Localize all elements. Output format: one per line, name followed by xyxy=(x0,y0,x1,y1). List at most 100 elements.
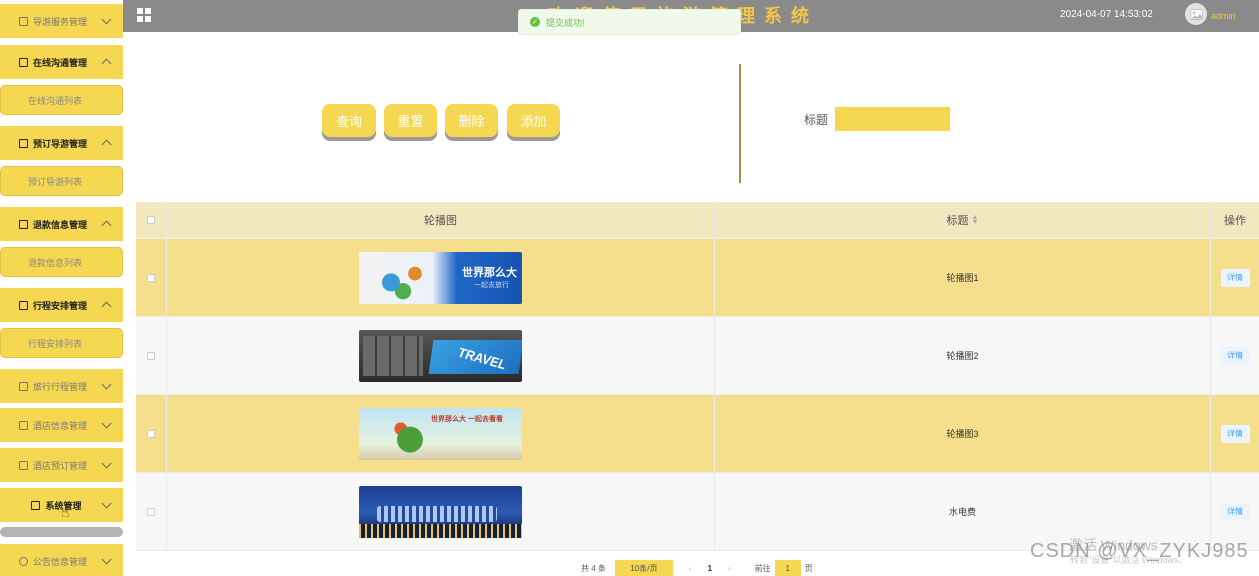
sidebar-item-hotel-booking[interactable]: 酒店预订管理 xyxy=(0,448,123,482)
travel-key-art: TRAVEL xyxy=(428,339,522,374)
sidebar-item-label: 行程安排管理 xyxy=(33,300,88,311)
sidebar-item-label: 旅行行程管理 xyxy=(33,381,88,392)
chevron-up-icon xyxy=(101,58,112,69)
table-row: TRAVEL 轮播图2 详情 xyxy=(136,317,1259,395)
header-title-label: 标题 xyxy=(946,215,969,227)
row-action-cell: 详情 xyxy=(1211,317,1259,394)
info-icon xyxy=(19,556,28,566)
edit-icon xyxy=(19,460,28,470)
detail-button[interactable]: 详情 xyxy=(1220,346,1250,365)
banner-subtext: 一起去旅行 xyxy=(474,281,509,289)
building-art xyxy=(377,505,497,522)
row-image-cell xyxy=(167,473,715,550)
hand-cursor-icon: ☝ xyxy=(61,504,70,520)
sidebar-item-hotel-info[interactable]: 酒店信息管理 xyxy=(0,408,123,442)
banner-image: 世界那么大 一起去看看 xyxy=(359,407,522,460)
row-title: 轮播图3 xyxy=(715,395,1211,472)
prev-page-button[interactable]: ‹ xyxy=(689,564,692,573)
banner-image xyxy=(359,485,522,538)
delete-button[interactable]: 删除 xyxy=(445,104,498,137)
banner-text: 世界那么大 一起去看看 xyxy=(431,415,503,423)
success-toast: ✓ 提交成功! xyxy=(518,9,741,35)
row-checkbox[interactable] xyxy=(147,507,155,516)
table-header: 轮播图 标题 ▲ ▼ 操作 xyxy=(136,202,1259,239)
row-check-cell xyxy=(136,239,167,316)
sidebar-item-notice[interactable]: 公告信息管理 xyxy=(0,544,123,576)
select-all-checkbox[interactable] xyxy=(147,216,155,224)
sidebar-item-travel-route[interactable]: 旅行行程管理 xyxy=(0,369,123,403)
goto-suffix: 页 xyxy=(804,563,813,573)
header-title[interactable]: 标题 ▲ ▼ xyxy=(715,202,1211,238)
chevron-down-icon xyxy=(101,554,112,565)
row-action-cell: 详情 xyxy=(1211,239,1259,316)
query-button[interactable]: 查询 xyxy=(322,104,376,137)
row-checkbox[interactable] xyxy=(147,273,155,282)
reset-button[interactable]: 重置 xyxy=(384,104,437,137)
sidebar-subitem-refund-list[interactable]: 退款信息列表 xyxy=(0,247,123,277)
chevron-up-icon xyxy=(101,139,112,150)
table-row: 世界那么大 一起去看看 轮播图3 详情 xyxy=(136,395,1259,473)
sidebar-item-guide-service[interactable]: 导游服务管理 xyxy=(0,4,123,38)
datetime: 2024-04-07 14:53:02 xyxy=(1060,9,1153,20)
detail-button[interactable]: 详情 xyxy=(1220,424,1250,443)
title-filter-input[interactable] xyxy=(835,107,950,131)
sidebar-subitem-book-guide-list[interactable]: 预订导游列表 xyxy=(0,166,123,196)
edit-icon xyxy=(19,219,28,229)
row-action-cell: 详情 xyxy=(1211,395,1259,472)
sidebar: 导游服务管理 在线沟通管理 在线沟通列表 预订导游管理 预订导游列表 退款信息管… xyxy=(0,0,123,576)
sidebar-item-itinerary[interactable]: 行程安排管理 xyxy=(0,288,123,322)
chevron-down-icon xyxy=(101,458,112,469)
csdn-watermark: CSDN @VX_ZYKJ985 xyxy=(1030,540,1249,562)
sidebar-scrollbar[interactable] xyxy=(0,527,123,537)
table-row: 世界那么大 一起去旅行 轮播图1 详情 xyxy=(136,239,1259,317)
avatar[interactable] xyxy=(1185,3,1207,25)
menu-grid-icon[interactable] xyxy=(137,8,151,22)
detail-button[interactable]: 详情 xyxy=(1220,268,1250,287)
username[interactable]: admin xyxy=(1211,11,1236,21)
row-title: 轮播图1 xyxy=(715,239,1211,316)
page-number[interactable]: 1 xyxy=(708,564,712,573)
sidebar-item-refund[interactable]: 退款信息管理 xyxy=(0,207,123,241)
image-icon xyxy=(1189,8,1203,20)
row-check-cell xyxy=(136,317,167,394)
page-size-select[interactable]: 10条/页 xyxy=(614,560,673,576)
edit-icon xyxy=(19,16,28,26)
sidebar-subitem-online-chat-list[interactable]: 在线沟通列表 xyxy=(0,85,123,115)
detail-button[interactable]: 详情 xyxy=(1220,502,1250,521)
sidebar-subitem-itinerary-list[interactable]: 行程安排列表 xyxy=(0,328,123,358)
sidebar-item-book-guide[interactable]: 预订导游管理 xyxy=(0,126,123,160)
sidebar-item-online-chat[interactable]: 在线沟通管理 xyxy=(0,45,123,79)
banner-image: 世界那么大 一起去旅行 xyxy=(359,251,522,304)
goto-page-input[interactable]: 1 xyxy=(774,560,801,576)
keyboard-art xyxy=(363,335,423,376)
divider xyxy=(739,64,741,183)
chart-icon xyxy=(31,500,41,510)
add-button[interactable]: 添加 xyxy=(507,104,560,137)
edit-icon xyxy=(19,381,28,391)
banner-art xyxy=(387,417,433,454)
banner-text: 世界那么大 xyxy=(462,266,517,279)
row-title: 轮播图2 xyxy=(715,317,1211,394)
row-checkbox[interactable] xyxy=(147,351,155,360)
sidebar-item-label: 酒店信息管理 xyxy=(33,420,88,431)
sidebar-item-label: 退款信息管理 xyxy=(33,219,88,230)
chevron-down-icon xyxy=(101,418,112,429)
sort-icon[interactable]: ▲ ▼ xyxy=(972,214,979,226)
chevron-down-icon xyxy=(101,498,112,509)
edit-icon xyxy=(19,138,28,148)
sidebar-item-label: 预订导游管理 xyxy=(33,138,88,149)
banner-art xyxy=(367,255,447,300)
header-image: 轮播图 xyxy=(167,202,715,238)
lights-art xyxy=(359,523,522,538)
row-image-cell: 世界那么大 一起去旅行 xyxy=(167,239,715,316)
check-circle-icon: ✓ xyxy=(530,17,540,27)
next-page-button[interactable]: › xyxy=(728,564,731,573)
title-filter-label: 标题 xyxy=(804,113,829,127)
edit-icon xyxy=(19,300,28,310)
header-action: 操作 xyxy=(1224,215,1246,227)
sidebar-item-label: 导游服务管理 xyxy=(33,16,88,27)
row-checkbox[interactable] xyxy=(147,429,155,438)
banner-image: TRAVEL xyxy=(359,329,522,382)
row-check-cell xyxy=(136,473,167,550)
edit-icon xyxy=(19,420,28,430)
